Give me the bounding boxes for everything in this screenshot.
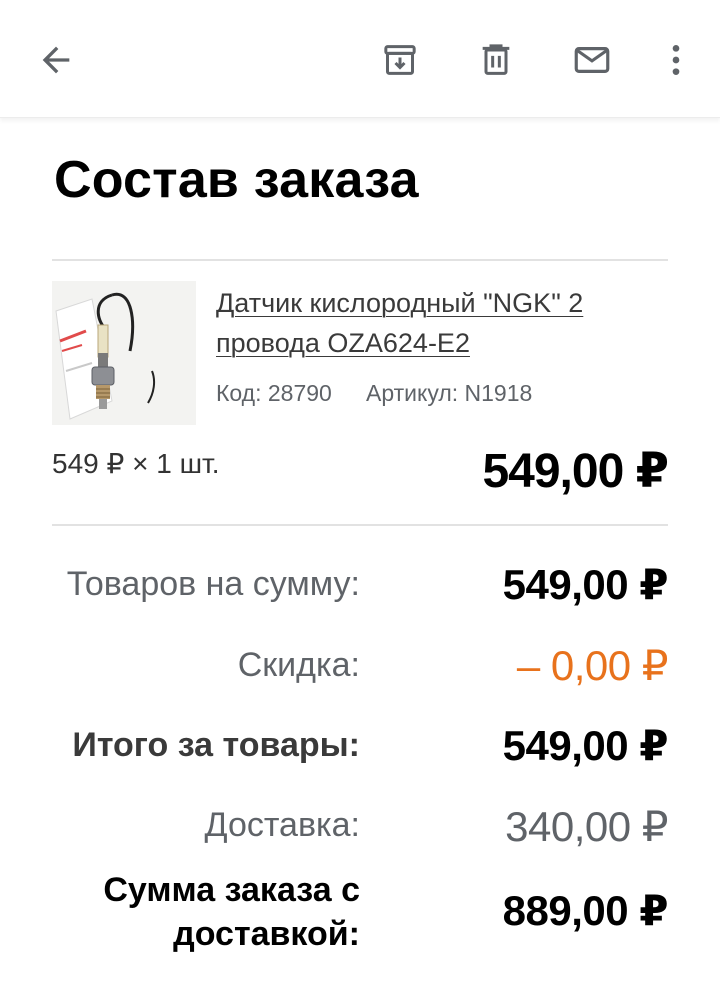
oxygen-sensor-image — [52, 281, 196, 425]
more-vert-icon — [672, 45, 680, 75]
arrow-left-icon — [42, 46, 70, 74]
page-title: Состав заказа — [54, 151, 419, 209]
goods-sum-value: 549,00 ₽ — [502, 561, 669, 608]
product-image[interactable] — [52, 281, 196, 425]
trash-icon — [482, 44, 510, 75]
delivery-value: 340,00 ₽ — [505, 803, 668, 850]
top-app-bar — [0, 0, 720, 118]
back-button[interactable] — [26, 30, 86, 90]
archive-icon — [384, 45, 416, 75]
subtotal-value: 549,00 ₽ — [502, 722, 669, 769]
subtotal-label: Итого за товары: — [72, 726, 360, 764]
divider — [52, 524, 668, 526]
mail-button[interactable] — [562, 30, 622, 90]
delete-button[interactable] — [466, 30, 526, 90]
mail-icon — [574, 47, 610, 73]
discount-label: Скидка: — [237, 646, 360, 684]
goods-sum-label: Товаров на сумму: — [66, 565, 360, 603]
product-code: Код: 28790 — [216, 380, 332, 406]
discount-value: – 0,00 ₽ — [516, 642, 669, 689]
line-total: 549,00 ₽ — [482, 445, 669, 498]
archive-button[interactable] — [370, 30, 430, 90]
divider — [52, 259, 668, 261]
more-options-button[interactable] — [646, 30, 706, 90]
product-link[interactable]: Датчик кислородный "NGK" 2 провода OZA62… — [216, 283, 656, 363]
order-total-label: Сумма заказа с доставкой: — [103, 871, 360, 953]
quantity-price: 549 ₽ × 1 шт. — [52, 448, 220, 479]
product-article: Артикул: N1918 — [366, 380, 533, 406]
order-total-value: 889,00 ₽ — [502, 887, 669, 934]
delivery-label: Доставка: — [204, 806, 360, 844]
